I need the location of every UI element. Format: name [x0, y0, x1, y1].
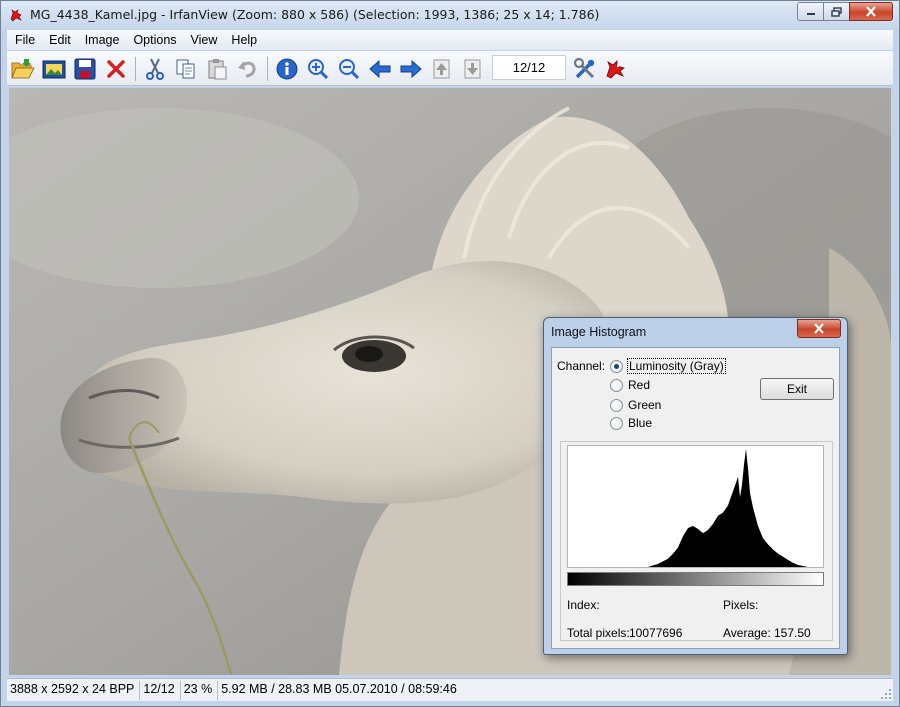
first-file-button[interactable]: [429, 56, 455, 82]
menu-view[interactable]: View: [184, 33, 225, 47]
zoom-in-icon: [308, 59, 329, 80]
next-button[interactable]: [398, 56, 424, 82]
radio-green-label[interactable]: Green: [628, 398, 661, 412]
window-caption-buttons: [797, 2, 893, 21]
menu-options[interactable]: Options: [126, 33, 183, 47]
histogram-area: [568, 449, 823, 567]
histogram-dialog: Image Histogram Channel: Luminosity (Gra…: [543, 317, 848, 655]
dialog-body: Channel: Luminosity (Gray) Red Green Blu…: [551, 347, 840, 649]
window-title: MG_4438_Kamel.jpg - IrfanView (Zoom: 880…: [30, 7, 600, 22]
page-counter-field[interactable]: 12/12: [492, 55, 566, 80]
about-button[interactable]: [603, 56, 629, 82]
radio-green[interactable]: [610, 399, 623, 412]
slideshow-icon: [42, 60, 66, 79]
last-file-button[interactable]: [460, 56, 486, 82]
title-bar[interactable]: MG_4438_Kamel.jpg - IrfanView (Zoom: 880…: [1, 1, 899, 29]
last-file-icon: [464, 59, 481, 79]
dialog-close-button[interactable]: [797, 319, 841, 338]
resize-grip-icon[interactable]: [880, 688, 892, 700]
pixels-label: Pixels:: [723, 598, 759, 612]
status-size-date: 5.92 MB / 28.83 MB 05.07.2010 / 08:59:46: [221, 681, 457, 696]
toolbar: 12/12: [7, 51, 893, 86]
minimize-button[interactable]: [797, 2, 823, 21]
status-dimensions: 3888 x 2592 x 24 BPP: [7, 680, 141, 700]
zoom-in-button[interactable]: [305, 56, 331, 82]
restore-button[interactable]: [823, 2, 849, 21]
delete-icon: [107, 60, 125, 78]
radio-blue-label[interactable]: Blue: [628, 416, 652, 430]
zoom-out-button[interactable]: [336, 56, 362, 82]
copy-button[interactable]: [173, 56, 199, 82]
exit-button[interactable]: Exit: [760, 378, 834, 400]
cut-icon: [146, 58, 164, 80]
slideshow-button[interactable]: [41, 56, 67, 82]
menu-edit[interactable]: Edit: [42, 33, 78, 47]
radio-red[interactable]: [610, 379, 623, 392]
copy-icon: [176, 59, 195, 79]
average-label: Average:: [723, 626, 771, 640]
radio-luminosity[interactable]: [610, 360, 623, 373]
delete-button[interactable]: [103, 56, 129, 82]
status-zoom: 23 %: [181, 680, 219, 700]
minimize-icon: [806, 12, 815, 15]
radio-blue[interactable]: [610, 417, 623, 430]
menu-bar: File Edit Image Options View Help: [7, 30, 893, 50]
arrow-left-icon: [369, 60, 391, 78]
status-page: 12/12: [140, 680, 181, 700]
undo-button[interactable]: [235, 56, 261, 82]
total-pixels-value: 10077696: [629, 626, 683, 640]
channel-label: Channel:: [557, 359, 606, 373]
first-file-icon: [433, 59, 450, 79]
arrow-right-icon: [400, 60, 422, 78]
toolbar-separator: [135, 57, 136, 81]
total-pixels-label: Total pixels:: [567, 626, 630, 640]
cut-button[interactable]: [142, 56, 168, 82]
close-icon: [866, 6, 876, 17]
menu-file[interactable]: File: [7, 33, 42, 47]
paste-button[interactable]: [204, 56, 230, 82]
irfanview-logo-icon: [606, 60, 625, 79]
average-value: 157.50: [774, 626, 811, 640]
restore-icon: [830, 6, 842, 17]
radio-luminosity-label[interactable]: Luminosity (Gray): [627, 358, 726, 374]
histogram-chart: [567, 445, 824, 568]
save-button[interactable]: [72, 56, 98, 82]
info-icon: [276, 58, 298, 80]
info-button[interactable]: [274, 56, 300, 82]
previous-button[interactable]: [367, 56, 393, 82]
close-icon: [814, 323, 824, 334]
index-label: Index:: [567, 598, 600, 612]
settings-button[interactable]: [572, 56, 598, 82]
open-button[interactable]: [10, 56, 36, 82]
zoom-out-icon: [339, 59, 360, 80]
menu-help[interactable]: Help: [224, 33, 264, 47]
open-folder-icon: [11, 59, 35, 79]
status-bar: 3888 x 2592 x 24 BPP 12/12 23 % 5.92 MB …: [7, 678, 893, 701]
dialog-title: Image Histogram: [551, 325, 647, 339]
irfanview-window: MG_4438_Kamel.jpg - IrfanView (Zoom: 880…: [0, 0, 900, 707]
irfanview-app-icon[interactable]: [8, 7, 24, 23]
toolbar-separator: [267, 57, 268, 81]
menu-image[interactable]: Image: [78, 33, 127, 47]
save-icon: [74, 58, 96, 80]
luminosity-gradient-bar: [567, 572, 824, 586]
tools-icon: [573, 57, 595, 79]
radio-red-label[interactable]: Red: [628, 378, 650, 392]
paste-icon: [208, 59, 227, 80]
close-button[interactable]: [849, 2, 893, 21]
undo-icon: [238, 61, 256, 78]
